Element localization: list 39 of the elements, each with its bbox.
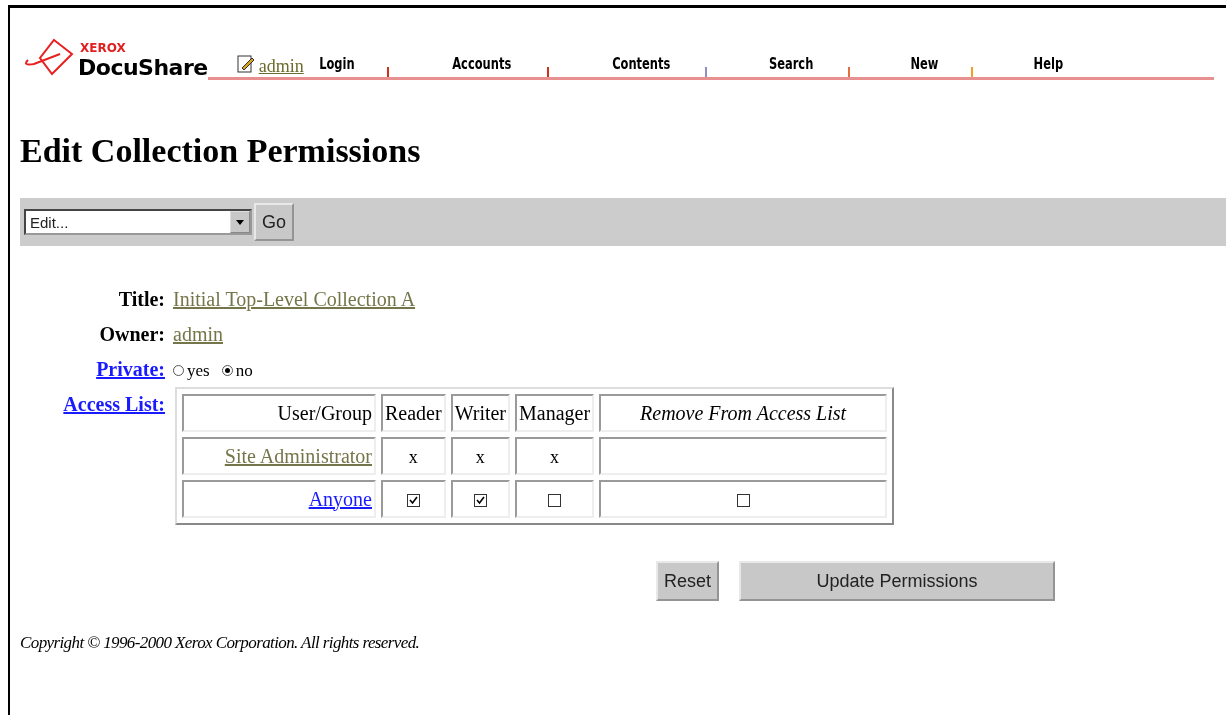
radio-label: no xyxy=(235,360,253,381)
checkbox[interactable] xyxy=(473,494,487,508)
column-header: Manager xyxy=(515,394,595,432)
column-header: Remove From Access List xyxy=(599,394,888,432)
private-link[interactable]: Private: xyxy=(96,358,165,380)
column-header: Writer xyxy=(450,394,511,432)
access-list-link[interactable]: Access List: xyxy=(63,393,165,415)
field-label: Title: xyxy=(117,288,165,311)
logo-brand: XEROX xyxy=(80,41,127,55)
form-button[interactable]: Update Permissions xyxy=(739,561,1056,601)
action-select[interactable]: Edit... xyxy=(24,209,252,235)
nav-link[interactable]: Help xyxy=(1033,55,1063,77)
nav-link[interactable]: Contents xyxy=(612,55,671,77)
go-button[interactable]: Go xyxy=(254,203,294,241)
title-link[interactable]: Initial Top-Level Collection A xyxy=(173,288,416,311)
user-link[interactable]: Site Administrator xyxy=(224,444,372,467)
nav-link[interactable]: Accounts xyxy=(452,55,512,77)
checkbox[interactable] xyxy=(406,494,420,508)
table-cell: x xyxy=(450,437,511,475)
checkbox[interactable] xyxy=(736,494,750,508)
column-header: Reader xyxy=(381,394,446,432)
column-header: User/Group xyxy=(182,394,376,432)
checkbox[interactable] xyxy=(548,494,562,508)
table-cell: x xyxy=(515,437,595,475)
copyright-text: Copyright © 1996-2000 Xerox Corporation. All rights reserved. xyxy=(20,633,421,653)
form-button[interactable]: Reset xyxy=(656,561,720,601)
dropdown-arrow-icon xyxy=(236,219,244,225)
field-label: Owner: xyxy=(98,323,165,346)
radio-label: yes xyxy=(187,360,210,381)
owner-link[interactable]: admin xyxy=(173,323,223,346)
table-cell: x xyxy=(381,437,446,475)
user-link[interactable]: Anyone xyxy=(308,487,372,510)
user-link[interactable]: admin xyxy=(258,56,304,77)
page-heading: Edit Collection Permissions xyxy=(20,132,422,170)
document-pencil-icon xyxy=(235,54,256,74)
nav-link[interactable]: New xyxy=(910,55,939,77)
nav-link[interactable]: Search xyxy=(769,55,814,77)
logo-product: DocuShare xyxy=(78,55,208,80)
nav-link[interactable]: Login xyxy=(318,55,355,77)
